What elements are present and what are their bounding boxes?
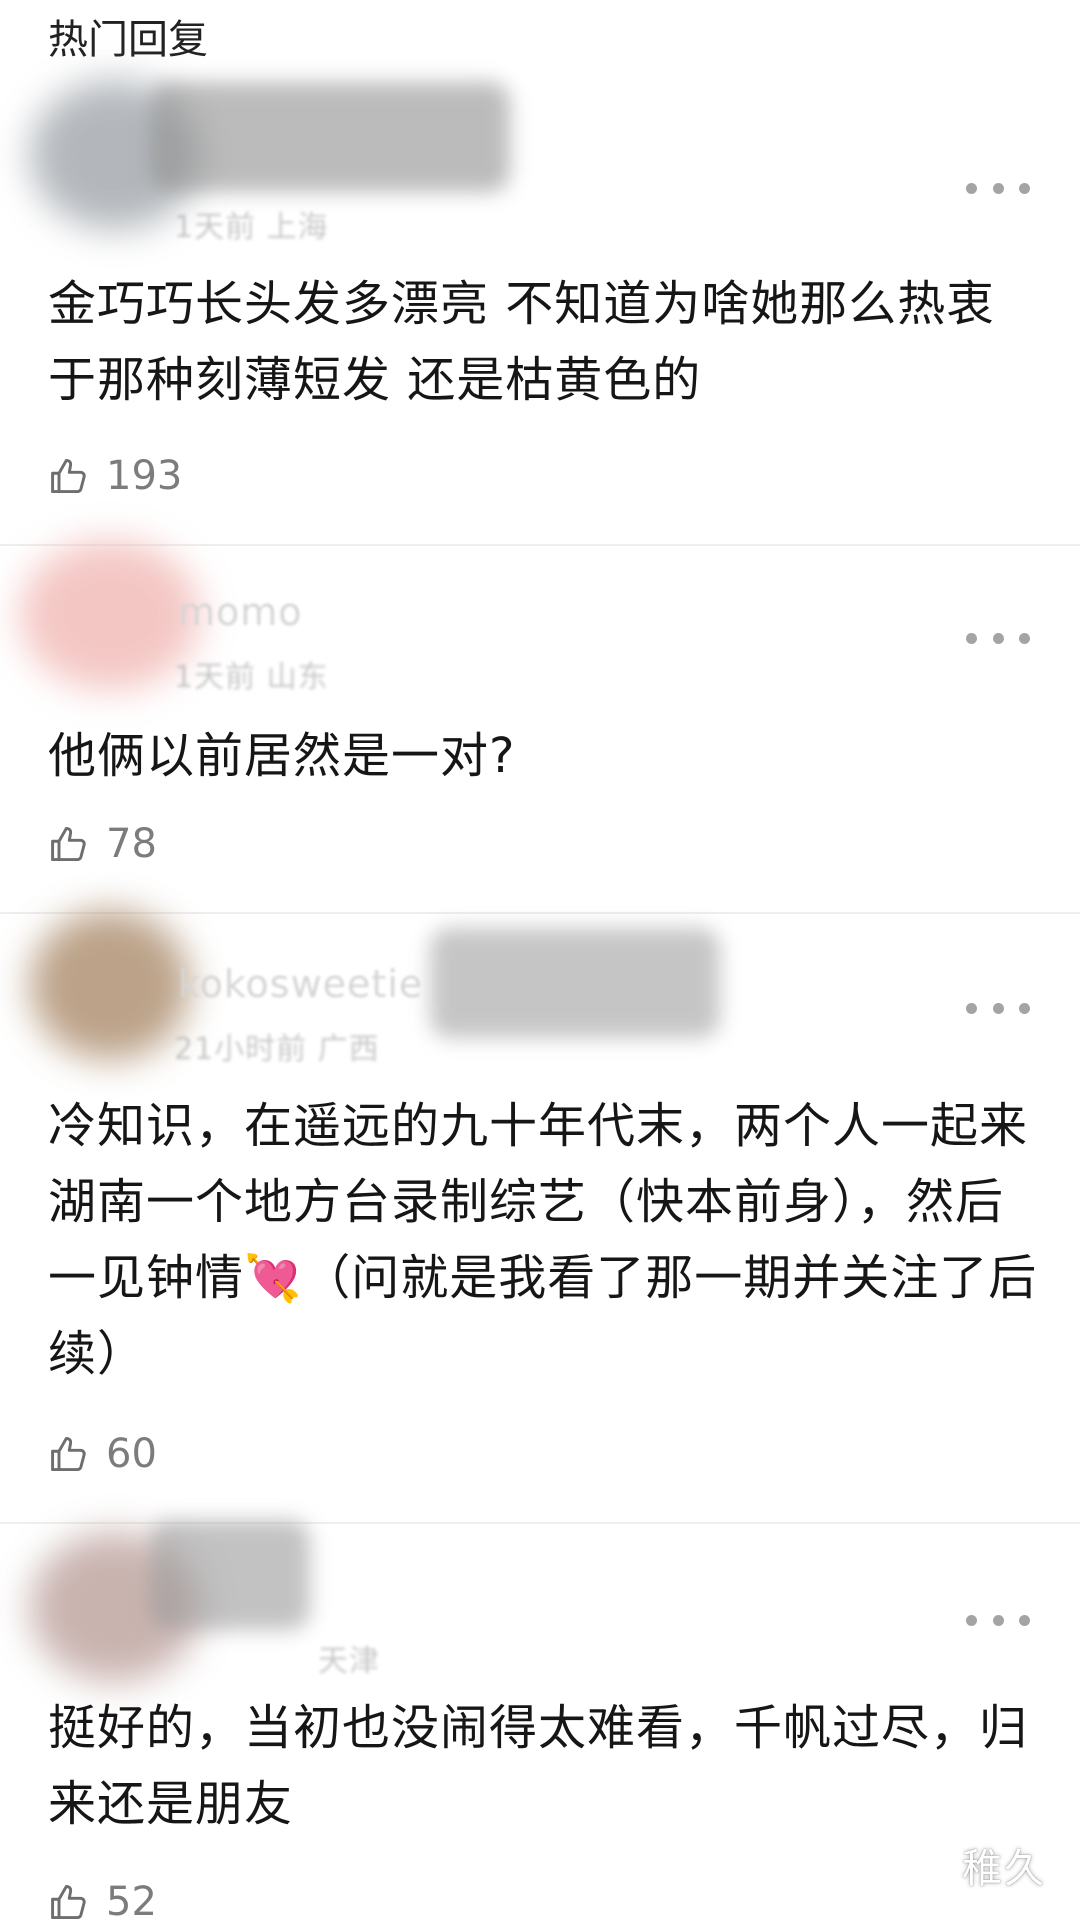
like-button[interactable]: 78 <box>48 814 157 874</box>
like-count: 78 <box>106 821 157 867</box>
more-options-icon[interactable] <box>966 626 1030 650</box>
avatar[interactable] <box>30 910 190 1060</box>
comment-text: 冷知识，在遥远的九十年代末，两个人一起来湖南一个地方台录制综艺（快本前身），然后… <box>48 1088 1038 1392</box>
watermark: 稚久 <box>962 1846 1046 1892</box>
comment-username[interactable]: momo <box>178 590 303 634</box>
more-options-icon[interactable] <box>966 1608 1030 1632</box>
username-blur <box>430 928 720 1038</box>
like-count: 60 <box>106 1431 157 1477</box>
comment-meta: 21小时前 广西 <box>174 1032 380 1067</box>
more-options-icon[interactable] <box>966 176 1030 200</box>
divider <box>0 544 1080 546</box>
more-options-icon[interactable] <box>966 996 1030 1020</box>
comment-text: 挺好的，当初也没闹得太难看，千帆过尽，归来还是朋友 <box>48 1700 1029 1832</box>
comment-meta: 天津 <box>318 1644 380 1679</box>
thumbs-up-icon <box>51 458 86 494</box>
avatar[interactable] <box>20 540 200 690</box>
comment-username[interactable]: kokosweetie <box>178 962 423 1006</box>
comment-meta: 1天前 上海 <box>174 210 329 245</box>
like-button[interactable]: 193 <box>48 446 182 506</box>
divider <box>0 912 1080 914</box>
like-count: 193 <box>106 453 183 499</box>
thumbs-up-icon <box>51 1884 86 1920</box>
username-blur <box>150 1520 310 1630</box>
like-count: 52 <box>106 1879 157 1925</box>
heart-arrow-icon: 💘 <box>244 1251 303 1305</box>
thumbs-up-icon <box>51 826 86 862</box>
like-button[interactable]: 52 <box>48 1872 157 1932</box>
comment-text: 金巧巧长头发多漂亮 不知道为啥她那么热衷于那种刻薄短发 还是枯黄色的 <box>48 276 996 408</box>
comment-text: 他俩以前居然是一对? <box>48 728 516 784</box>
like-button[interactable]: 60 <box>48 1424 157 1484</box>
thumbs-up-icon <box>51 1436 86 1472</box>
comment-meta: 1天前 山东 <box>174 660 329 695</box>
username-blur <box>150 82 510 192</box>
section-title: 热门回复 <box>48 17 208 63</box>
